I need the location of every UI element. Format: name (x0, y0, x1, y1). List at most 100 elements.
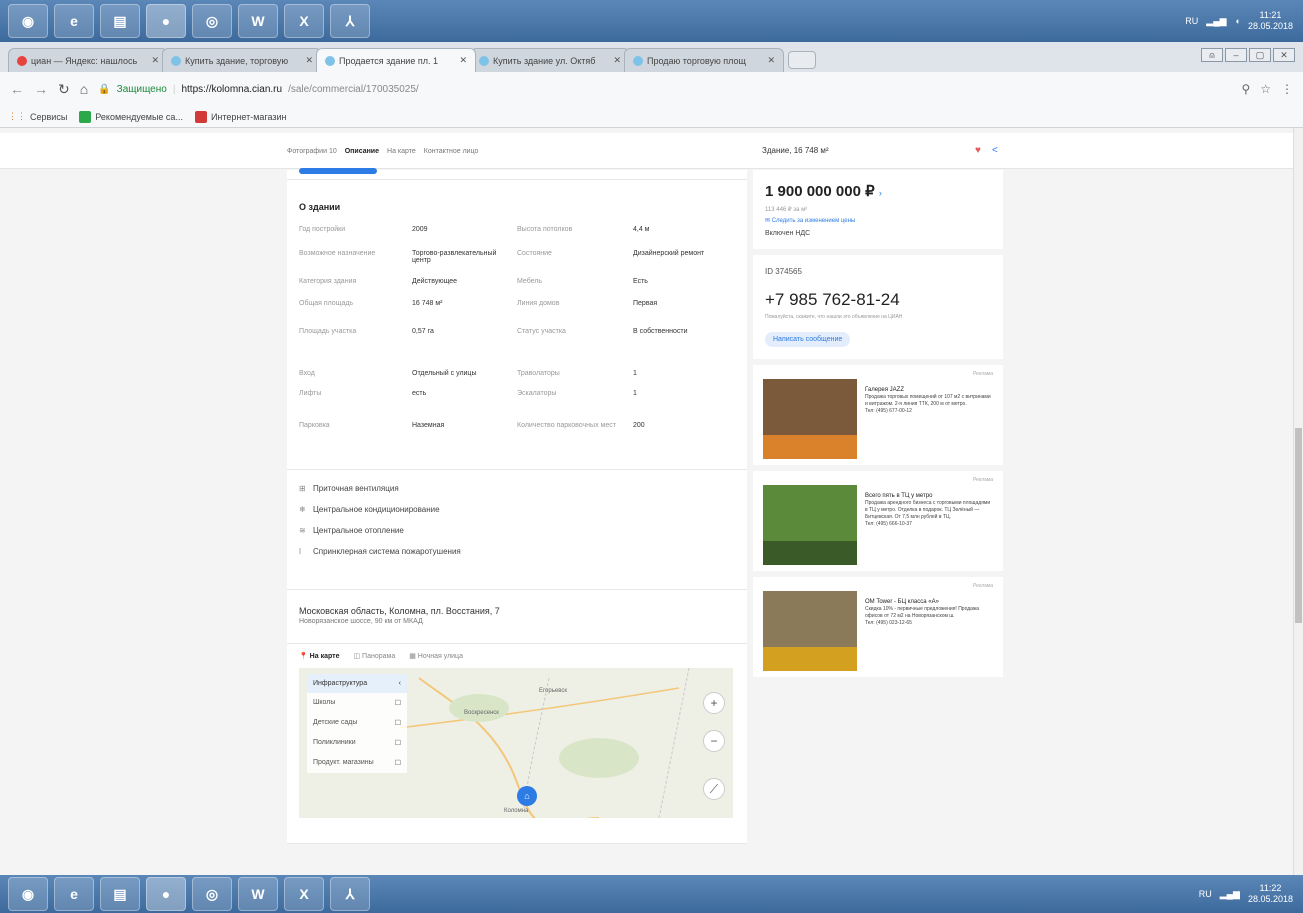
start-button[interactable]: ◉ (8, 4, 48, 38)
ad-card[interactable]: Реклама Галерея JAZZ Продажа торговых поме… (753, 365, 1003, 465)
ie-icon[interactable]: e (54, 4, 94, 38)
start-button[interactable]: ◉ (8, 877, 48, 911)
scrollbar-thumb[interactable] (1295, 428, 1302, 623)
ad-card[interactable]: Реклама Всего пять в ТЦ у метро Продажа ар… (753, 471, 1003, 571)
minimize-icon[interactable]: – (1225, 48, 1247, 62)
network-icon[interactable]: ▂▄▆ (1206, 16, 1226, 27)
map-tab-label: Ночная улица (417, 653, 463, 660)
checkbox-icon[interactable]: ☐ (395, 759, 401, 767)
phone-number[interactable]: +7 985 762-81-24 (765, 290, 991, 310)
bookmark-recommended[interactable]: Рекомендуемые са... (79, 110, 183, 123)
checkbox-icon[interactable]: ☐ (395, 699, 401, 707)
map-legend-item[interactable]: Инфраструктура ‹ (307, 674, 407, 693)
browser-tab[interactable]: Продается здание пл. 1 ✕ (316, 48, 476, 72)
location-pin-icon[interactable]: ⌂ (517, 786, 537, 806)
subnav-map[interactable]: На карте (387, 148, 416, 155)
menu-icon[interactable]: ⋮ (1281, 82, 1293, 96)
lang-indicator[interactable]: RU (1185, 16, 1198, 26)
pdf-icon[interactable]: ⅄ (330, 877, 370, 911)
ad-image[interactable] (763, 379, 857, 459)
page-scrollbar[interactable] (1293, 128, 1303, 875)
clock[interactable]: 11:22 28.05.2018 (1248, 883, 1293, 905)
tab-close-icon[interactable]: ✕ (613, 55, 621, 66)
highway-line: Новорязанское шоссе, 90 км от МКАД (299, 618, 423, 625)
forward-icon[interactable]: → (34, 81, 48, 97)
map-view[interactable]: Воскресенск Егорьевск Коломна Инфраструк… (299, 668, 733, 818)
pdf-icon[interactable]: ⅄ (330, 4, 370, 38)
subnav-contact[interactable]: Контактное лицо (424, 148, 479, 155)
volume-icon[interactable]: ◖ (1235, 16, 1240, 26)
maximize-icon[interactable]: ▢ (1249, 48, 1271, 62)
building-title: О здании (299, 202, 341, 212)
checkbox-icon[interactable]: ☐ (395, 719, 401, 727)
subnav-description[interactable]: Описание (345, 148, 379, 155)
tab-close-icon[interactable]: ✕ (151, 55, 159, 66)
write-message-button[interactable]: Написать сообщение (765, 332, 851, 347)
map-legend-item[interactable]: Продукт. магазины ☐ (307, 753, 407, 773)
favorite-icon[interactable]: ♥ (975, 145, 981, 156)
building-prop-value: Отдельный с улицы (412, 370, 477, 377)
price-chevron-icon[interactable]: › (879, 188, 882, 198)
new-tab-button[interactable] (788, 51, 816, 69)
map-tab-panorama[interactable]: ◫ Панорама (353, 652, 395, 660)
tab-favicon-icon (325, 55, 335, 66)
checkbox-icon[interactable]: ‹ (399, 680, 401, 687)
tab-close-icon[interactable]: ✕ (459, 55, 467, 66)
map-label: Егорьевск (539, 688, 567, 694)
reload-icon[interactable]: ↻ (58, 81, 70, 98)
feature-item: ≋ Центральное отопление (299, 526, 735, 535)
price-watch-link[interactable]: ✉ Следить за изменением цены (765, 217, 991, 224)
ruler-button[interactable]: ⟋ (703, 778, 725, 800)
zoom-in-button[interactable]: + (703, 692, 725, 714)
map-legend-item[interactable]: Детские сады ☐ (307, 713, 407, 733)
ad-image[interactable] (763, 591, 857, 671)
clock-date: 28.05.2018 (1247, 894, 1293, 904)
map-tab-night[interactable]: ▦ Ночная улица (409, 652, 463, 660)
browser-tab[interactable]: циан — Яндекс: нашлось ✕ (8, 48, 168, 72)
star-icon[interactable]: ☆ (1260, 82, 1271, 96)
ad-title: Всего пять в ТЦ у метро (865, 493, 933, 499)
subnav-photos[interactable]: Фотографии 10 (287, 148, 337, 155)
excel-icon[interactable]: X (284, 877, 324, 911)
network-icon[interactable]: ▂▄▆ (1220, 889, 1240, 900)
opera-icon[interactable]: ◎ (192, 4, 232, 38)
map-legend-item[interactable]: Поликлиники ☐ (307, 733, 407, 753)
ie-icon[interactable]: e (54, 877, 94, 911)
browser-tab[interactable]: Купить здание, торговую ✕ (162, 48, 322, 72)
map-tab-map[interactable]: 📍 На карте (299, 652, 339, 660)
checkbox-icon[interactable]: ☐ (395, 739, 401, 747)
browser-tab[interactable]: Продаю торговую площ ✕ (624, 48, 784, 72)
system-tray: RU ▂▄▆ ◖ 11:21 28.05.2018 (1185, 0, 1293, 42)
lang-indicator[interactable]: RU (1199, 889, 1212, 899)
explorer-icon[interactable]: ▤ (100, 4, 140, 38)
tab-close-icon[interactable]: ✕ (305, 55, 313, 66)
ad-label: Реклама (972, 371, 993, 377)
close-icon[interactable]: ✕ (1273, 48, 1295, 62)
ad-body: Скидка 10% - первичные предложения! Прод… (865, 606, 980, 619)
heating-icon: ≋ (299, 526, 306, 535)
zoom-icon[interactable]: ⚲ (1241, 82, 1250, 96)
clock[interactable]: 11:21 28.05.2018 (1248, 10, 1293, 32)
browser-tab[interactable]: Купить здание ул. Октяб ✕ (470, 48, 630, 72)
profile-icon[interactable]: ⍝ (1201, 48, 1223, 62)
word-icon[interactable]: W (238, 877, 278, 911)
back-icon[interactable]: ← (10, 81, 24, 97)
bookmark-shop[interactable]: Интернет-магазин (194, 110, 287, 123)
chrome-icon[interactable]: ● (146, 4, 186, 38)
opera-icon[interactable]: ◎ (192, 877, 232, 911)
ad-image[interactable] (763, 485, 857, 565)
chrome-icon[interactable]: ● (146, 877, 186, 911)
excel-icon[interactable]: X (284, 4, 324, 38)
url-input[interactable]: 🔒 Защищено | https://kolomna.cian.ru/sal… (98, 84, 1231, 95)
explorer-icon[interactable]: ▤ (100, 877, 140, 911)
bookmark-services[interactable]: ⋮⋮ Сервисы (8, 111, 67, 122)
ad-card[interactable]: Реклама ОМ Tower - БЦ класса «А» Скидка 10… (753, 577, 1003, 677)
home-icon[interactable]: ⌂ (80, 81, 88, 97)
blue-button-fragment[interactable] (299, 168, 377, 174)
word-icon[interactable]: W (238, 4, 278, 38)
zoom-out-button[interactable]: − (703, 730, 725, 752)
share-icon[interactable]: < (992, 145, 998, 156)
tab-close-icon[interactable]: ✕ (767, 55, 775, 66)
ad-text: Галерея JAZZ Продажа торговых помещений о… (865, 387, 993, 415)
map-legend-item[interactable]: Школы ☐ (307, 693, 407, 713)
